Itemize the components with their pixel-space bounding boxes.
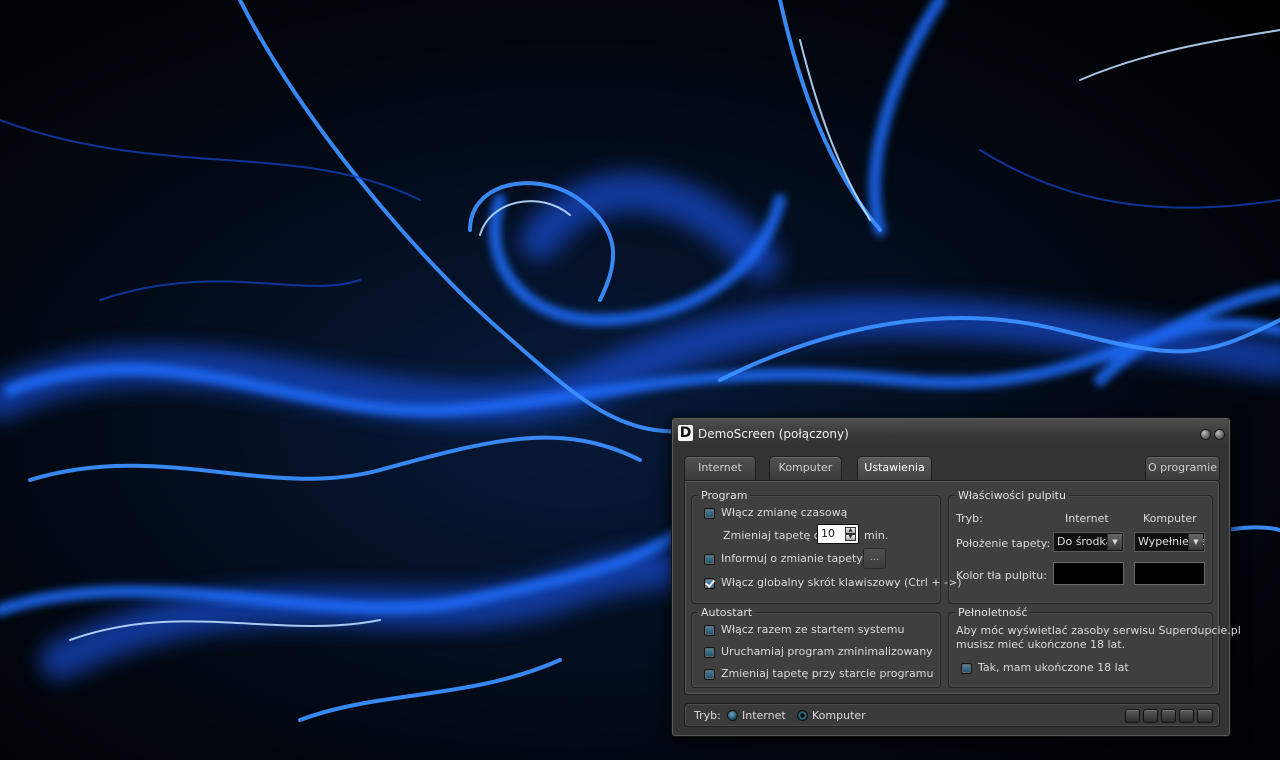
autostart-group: Autostart Włącz razem ze startem systemu… — [691, 606, 941, 688]
settings-panel: Program Włącz zmianę czasową Zmieniaj ta… — [684, 480, 1241, 695]
bg-color-internet-swatch[interactable] — [1053, 562, 1124, 585]
demoscreen-window: D DemoScreen (połączony) Internet Komput… — [671, 417, 1241, 737]
adult-confirm-label: Tak, mam ukończone 18 lat — [978, 661, 1129, 674]
mode-internet-radio[interactable] — [727, 710, 738, 721]
quick-button-2[interactable] — [1143, 709, 1158, 723]
tab-internet[interactable]: Internet — [684, 456, 756, 480]
desktop-mode-label: Tryb: — [956, 512, 983, 525]
quick-button-5[interactable] — [1197, 709, 1213, 723]
position-internet-value: Do środka — [1057, 535, 1113, 548]
bg-color-label: Kolor tła pulpitu: — [956, 569, 1047, 582]
notify-options-button[interactable]: ... — [863, 548, 886, 569]
enable-timed-change-label: Włącz zmianę czasową — [721, 506, 848, 519]
tab-ustawienia[interactable]: Ustawienia — [857, 456, 932, 481]
interval-label: Zmieniaj tapetę co — [723, 529, 827, 542]
autostart-system-label: Włącz razem ze startem systemu — [721, 623, 905, 636]
adult-group: Pełnoletność Aby móc wyświetlać zasoby s… — [948, 606, 1241, 688]
adult-confirm-checkbox[interactable] — [961, 663, 972, 674]
status-bar: Tryb: Internet Komputer — [684, 703, 1220, 727]
change-on-start-label: Zmieniaj tapetę przy starcie programu — [721, 667, 934, 680]
autostart-group-title: Autostart — [698, 606, 756, 619]
change-on-start-checkbox[interactable] — [704, 669, 715, 680]
close-button[interactable] — [1214, 429, 1225, 440]
start-minimized-checkbox[interactable] — [704, 647, 715, 658]
window-title: DemoScreen (połączony) — [698, 427, 849, 441]
quick-button-4[interactable] — [1179, 709, 1194, 723]
tab-komputer[interactable]: Komputer — [769, 456, 842, 480]
desktop-col-computer: Komputer — [1143, 512, 1197, 525]
notify-change-checkbox[interactable] — [704, 554, 715, 565]
quick-button-3[interactable] — [1161, 709, 1176, 723]
bg-color-computer-swatch[interactable] — [1134, 562, 1205, 585]
minimize-button[interactable] — [1200, 429, 1211, 440]
title-bar[interactable]: D DemoScreen (połączony) — [673, 419, 1229, 448]
spin-down-icon[interactable]: ▼ — [845, 534, 856, 541]
app-logo-icon: D — [678, 425, 693, 441]
mode-computer-radio[interactable] — [797, 710, 808, 721]
enable-timed-change-checkbox[interactable] — [704, 508, 715, 519]
quick-button-1[interactable] — [1125, 709, 1140, 723]
mode-internet-label: Internet — [742, 709, 786, 722]
desktop-col-internet: Internet — [1065, 512, 1109, 525]
adult-group-title: Pełnoletność — [955, 606, 1031, 619]
desktop-properties-group: Właściwości pulpitu Tryb: Internet Kompu… — [948, 489, 1213, 604]
status-mode-label: Tryb: — [694, 709, 721, 722]
wallpaper-position-label: Położenie tapety: — [956, 537, 1051, 550]
notify-change-label: Informuj o zmianie tapety — [721, 552, 863, 565]
chevron-down-icon: ▼ — [1188, 534, 1203, 550]
start-minimized-label: Uruchamiaj program zminimalizowany — [721, 645, 933, 658]
interval-value: 10 — [821, 527, 835, 540]
interval-unit: min. — [864, 529, 889, 542]
spin-up-icon[interactable]: ▲ — [845, 527, 856, 534]
position-internet-select[interactable]: Do środka ▼ — [1053, 532, 1124, 552]
interval-spin-buttons: ▲ ▼ — [845, 527, 856, 541]
program-group-title: Program — [698, 489, 751, 502]
chevron-down-icon: ▼ — [1107, 534, 1122, 550]
desktop-properties-title: Właściwości pulpitu — [955, 489, 1069, 502]
position-computer-select[interactable]: Wypełnienie ▼ — [1134, 532, 1205, 552]
global-shortcut-checkbox[interactable] — [704, 578, 715, 589]
tab-o-programie[interactable]: O programie — [1145, 456, 1220, 480]
global-shortcut-label: Włącz globalny skrót klawiszowy (Ctrl + … — [721, 576, 962, 589]
adult-info-line1: Aby móc wyświetlać zasoby serwisu Superd… — [956, 624, 1241, 637]
adult-info-line2: musisz mieć ukończone 18 lat. — [956, 638, 1126, 651]
mode-computer-label: Komputer — [812, 709, 866, 722]
interval-stepper[interactable]: 10 ▲ ▼ — [817, 524, 859, 544]
program-group: Program Włącz zmianę czasową Zmieniaj ta… — [691, 489, 962, 604]
autostart-system-checkbox[interactable] — [704, 625, 715, 636]
